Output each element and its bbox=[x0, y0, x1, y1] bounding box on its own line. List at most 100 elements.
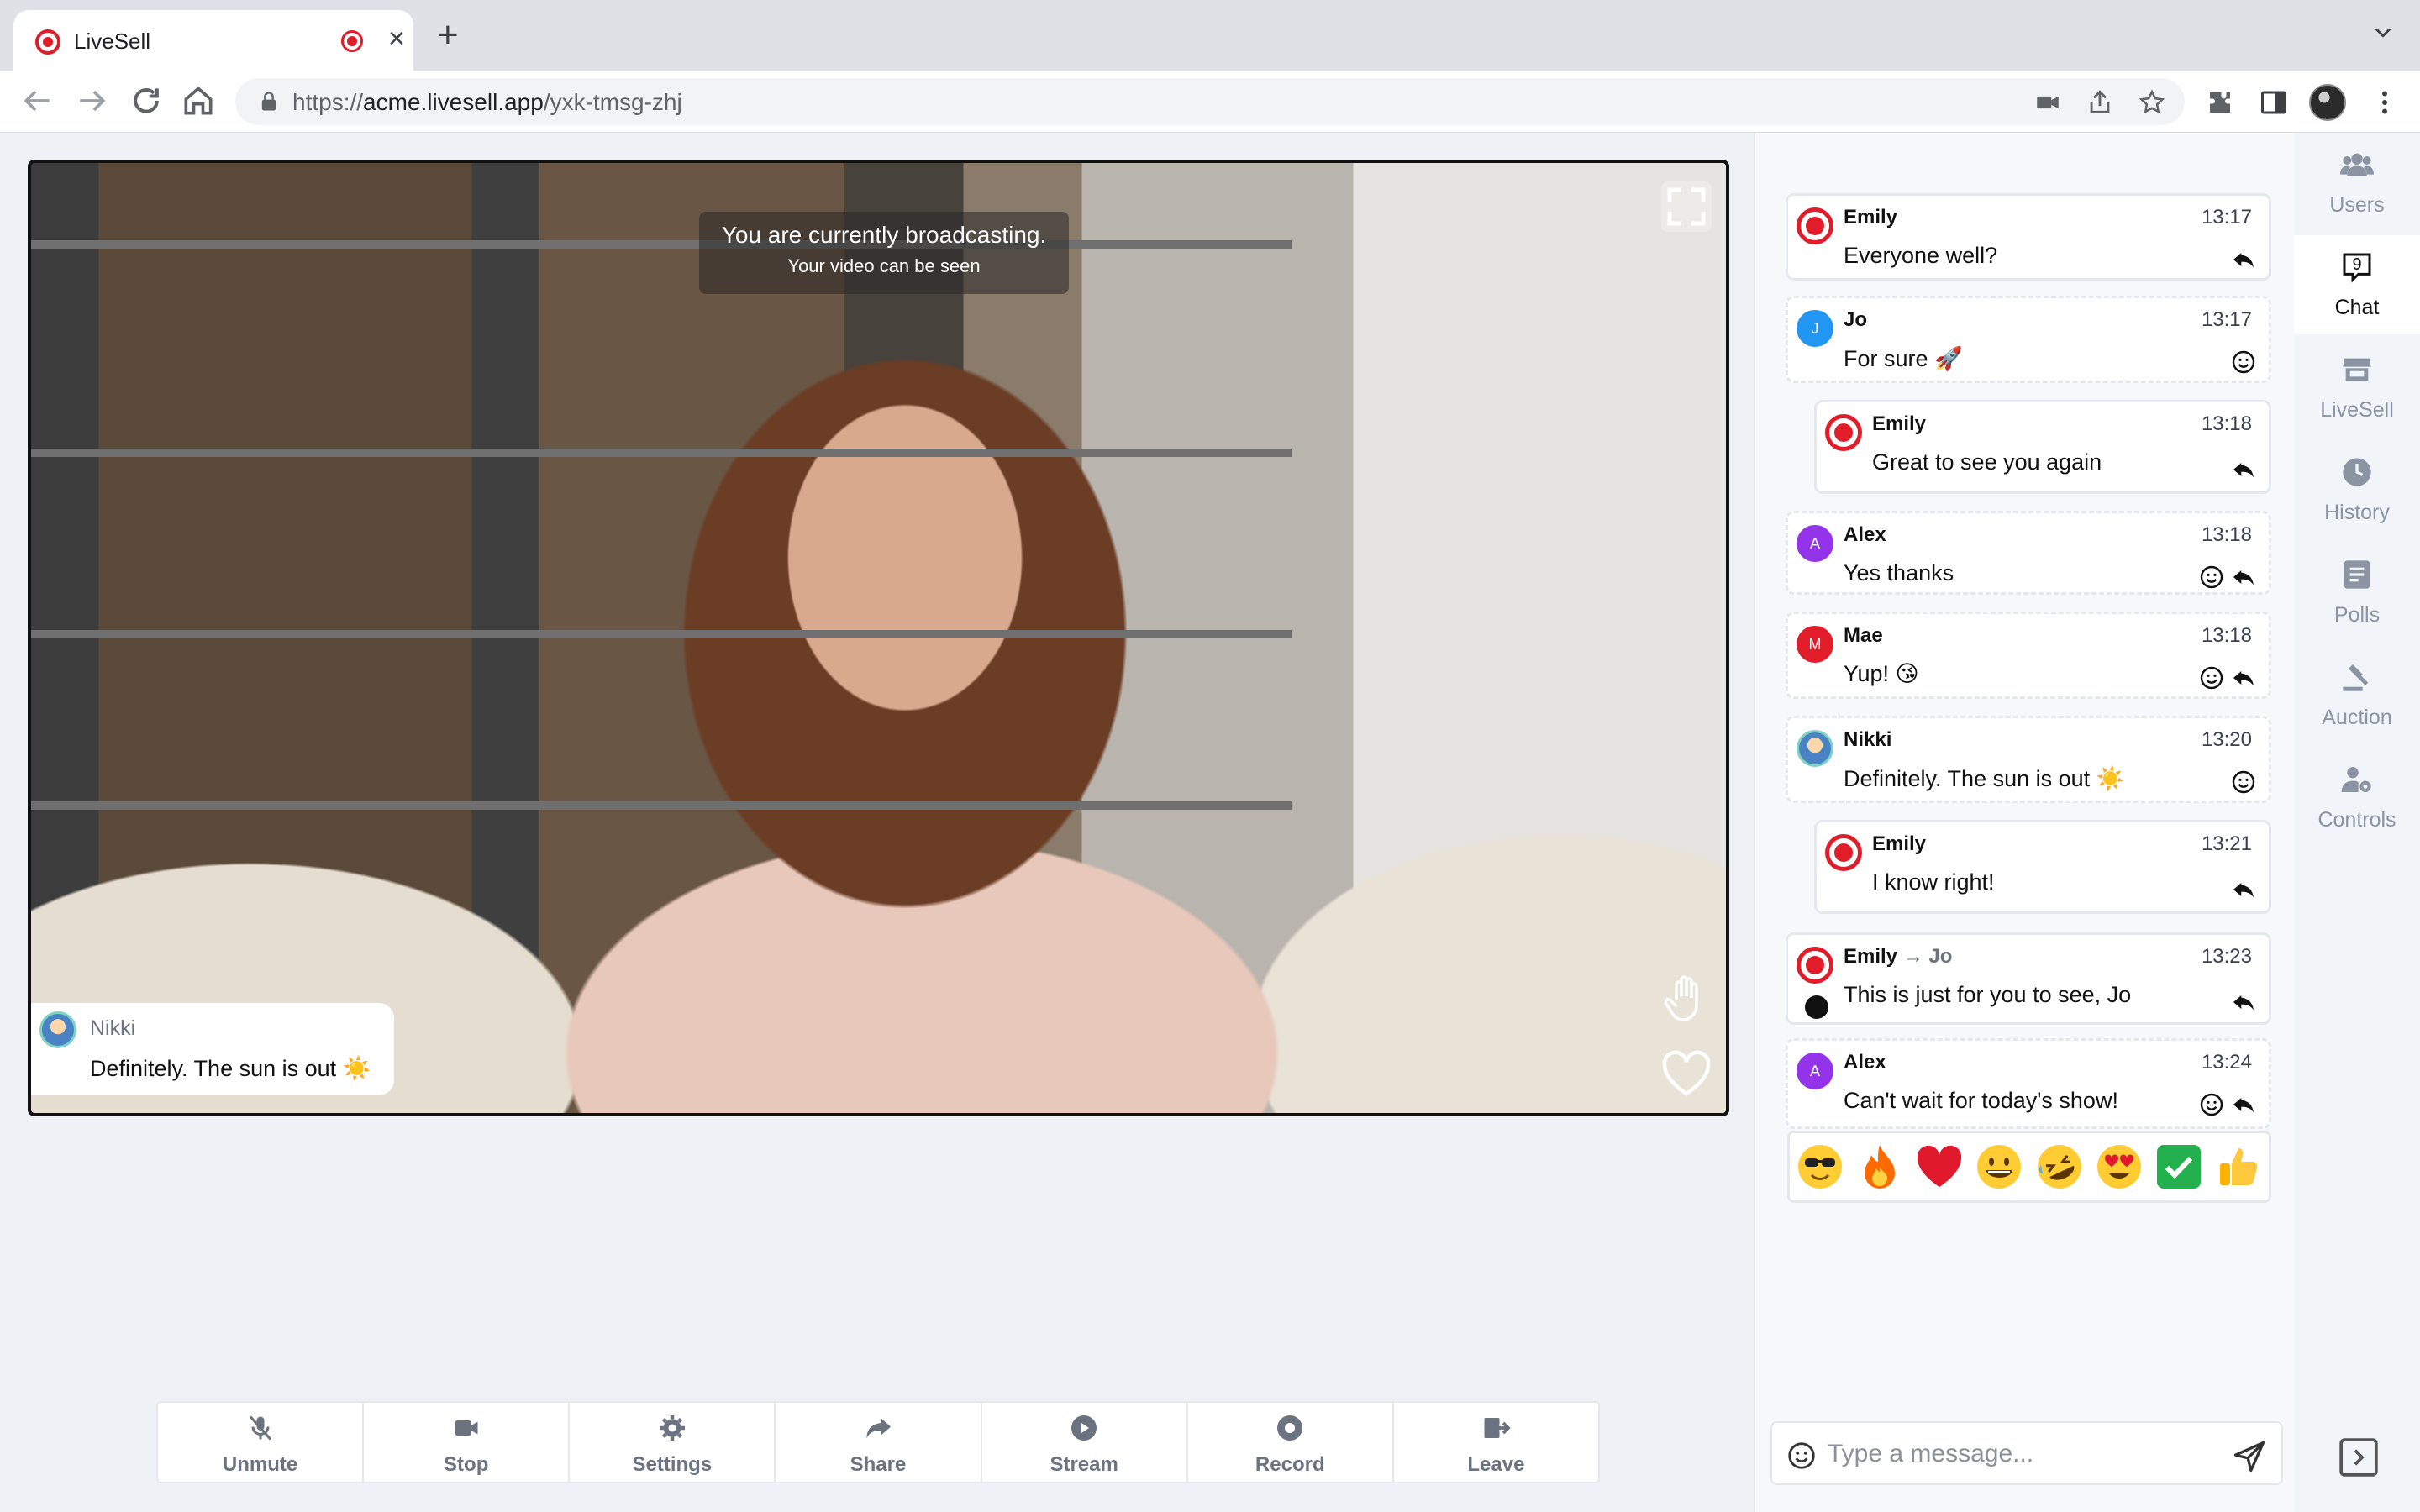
message-text: Yup! 😘 bbox=[1844, 661, 1919, 686]
avatar: A bbox=[1797, 525, 1833, 562]
message-input[interactable] bbox=[1828, 1435, 2197, 1473]
send-paper-plane-icon[interactable] bbox=[2231, 1438, 2268, 1475]
add-reaction-smiley-icon[interactable] bbox=[2230, 349, 2257, 375]
exit-icon bbox=[1484, 1418, 1512, 1438]
broadcast-status-line2: Your video can be seen bbox=[787, 255, 981, 276]
stop-video-button[interactable]: Stop bbox=[364, 1403, 571, 1482]
pinned-message-text: Definitely. The sun is out ☀️ bbox=[90, 1056, 371, 1081]
camera-in-use-icon[interactable] bbox=[2033, 88, 2062, 117]
message-author: Emily bbox=[1872, 832, 1927, 855]
message-time: 13:20 bbox=[2201, 728, 2252, 751]
nav-item-chat[interactable]: 9 Chat bbox=[2294, 235, 2420, 334]
rofl-emoji-icon[interactable] bbox=[2034, 1142, 2085, 1192]
chat-panel: Emily 13:17 Everyone well? J Jo 13:17 Fo… bbox=[1754, 133, 2294, 1512]
grinning-emoji-icon[interactable] bbox=[1974, 1142, 2024, 1192]
reply-icon[interactable] bbox=[2230, 1091, 2257, 1118]
back-arrow-icon[interactable] bbox=[18, 82, 55, 119]
unmute-button[interactable]: Unmute bbox=[158, 1403, 365, 1482]
message-text: This is just for you to see, Jo bbox=[1844, 982, 2132, 1007]
nav-label-controls: Controls bbox=[2317, 808, 2396, 832]
close-tab-icon[interactable]: × bbox=[388, 22, 405, 55]
stream-button[interactable]: Stream bbox=[982, 1403, 1188, 1482]
record-icon bbox=[1277, 1415, 1303, 1441]
nav-item-livesell[interactable]: LiveSell bbox=[2294, 338, 2420, 437]
message-recipient: Jo bbox=[1928, 945, 1953, 968]
extensions-puzzle-icon[interactable] bbox=[2205, 87, 2235, 118]
reload-icon[interactable] bbox=[128, 82, 165, 119]
nav-label-auction: Auction bbox=[2322, 706, 2392, 729]
unmute-label: Unmute bbox=[222, 1453, 298, 1476]
reply-icon[interactable] bbox=[2230, 456, 2257, 483]
reply-icon[interactable] bbox=[2230, 876, 2257, 903]
message-text: I know right! bbox=[1872, 869, 1995, 895]
add-reaction-smiley-icon[interactable] bbox=[2198, 664, 2225, 691]
message-time: 13:18 bbox=[2201, 523, 2252, 546]
share-button[interactable]: Share bbox=[776, 1403, 982, 1482]
chat-message: A Alex 13:18 Yes thanks bbox=[1786, 511, 2271, 595]
check-mark-emoji-icon[interactable] bbox=[2154, 1142, 2204, 1192]
reply-icon[interactable] bbox=[2230, 246, 2257, 273]
browser-menu-kebab-icon[interactable] bbox=[2370, 87, 2400, 118]
avatar bbox=[39, 1011, 76, 1048]
reply-icon[interactable] bbox=[2230, 989, 2257, 1016]
fire-emoji-icon[interactable] bbox=[1854, 1142, 1905, 1192]
lock-icon[interactable] bbox=[257, 90, 281, 113]
private-lock-icon bbox=[1805, 995, 1828, 1019]
heart-emoji-icon[interactable] bbox=[1914, 1142, 1965, 1192]
message-text: Everyone well? bbox=[1844, 243, 1998, 268]
sunglasses-emoji-icon[interactable] bbox=[1795, 1142, 1845, 1192]
clock-icon bbox=[2343, 458, 2371, 486]
like-heart-icon[interactable] bbox=[1660, 1048, 1713, 1099]
fullscreen-icon[interactable] bbox=[1660, 180, 1713, 234]
store-icon bbox=[2343, 358, 2371, 381]
call-controls-bar: Unmute Stop Settings Share Stream Record… bbox=[156, 1401, 1600, 1483]
stage-area: You are currently broadcasting. Your vid… bbox=[0, 133, 1754, 1512]
tab-search-chevron-icon[interactable] bbox=[2371, 20, 2395, 44]
message-time: 13:23 bbox=[2201, 945, 2252, 968]
record-button[interactable]: Record bbox=[1188, 1403, 1394, 1482]
forward-arrow-icon[interactable] bbox=[74, 82, 111, 119]
message-time: 13:21 bbox=[2201, 832, 2252, 855]
side-panel-icon[interactable] bbox=[2259, 87, 2289, 118]
chat-message: J Jo 13:17 For sure 🚀 bbox=[1786, 296, 2271, 383]
profile-avatar[interactable] bbox=[2309, 84, 2346, 121]
collapse-panel-icon[interactable] bbox=[2338, 1436, 2380, 1478]
address-bar[interactable]: https://acme.livesell.app/yxk-tmsg-zhj bbox=[235, 78, 2185, 125]
share-label: Share bbox=[850, 1453, 907, 1476]
quick-reactions-bar bbox=[1787, 1131, 2271, 1203]
home-icon[interactable] bbox=[180, 82, 217, 119]
new-tab-button[interactable]: + bbox=[437, 17, 459, 54]
bookmark-star-icon[interactable] bbox=[2138, 88, 2166, 117]
message-author: Jo bbox=[1844, 308, 1868, 331]
add-reaction-smiley-icon[interactable] bbox=[2198, 1091, 2225, 1118]
share-page-icon[interactable] bbox=[2086, 88, 2114, 117]
reply-icon[interactable] bbox=[2230, 564, 2257, 591]
thumbs-up-emoji-icon[interactable] bbox=[2213, 1142, 2264, 1192]
nav-item-polls[interactable]: Polls bbox=[2294, 543, 2420, 642]
raise-hand-icon[interactable] bbox=[1660, 971, 1713, 1025]
nav-label-history: History bbox=[2324, 501, 2390, 524]
gear-icon bbox=[659, 1415, 685, 1441]
message-author: Nikki bbox=[1844, 728, 1892, 751]
add-reaction-smiley-icon[interactable] bbox=[2230, 769, 2257, 795]
message-author: Emily → Jo bbox=[1844, 945, 1953, 968]
tab-title: LiveSell bbox=[74, 29, 151, 54]
message-text: Definitely. The sun is out ☀️ bbox=[1844, 766, 2125, 791]
reply-icon[interactable] bbox=[2230, 664, 2257, 691]
browser-tab[interactable]: LiveSell × bbox=[13, 10, 413, 71]
nav-item-auction[interactable]: Auction bbox=[2294, 645, 2420, 744]
nav-item-controls[interactable]: Controls bbox=[2294, 748, 2420, 847]
settings-button[interactable]: Settings bbox=[570, 1403, 776, 1482]
add-reaction-smiley-icon[interactable] bbox=[2198, 564, 2225, 591]
livesell-avatar-icon bbox=[1797, 207, 1833, 244]
video-feed: You are currently broadcasting. Your vid… bbox=[28, 160, 1729, 1116]
nav-item-history[interactable]: History bbox=[2294, 440, 2420, 539]
emoji-picker-smiley-icon[interactable] bbox=[1786, 1440, 1818, 1472]
heart-eyes-emoji-icon[interactable] bbox=[2094, 1142, 2144, 1192]
stop-label: Stop bbox=[444, 1453, 489, 1476]
pinned-message: Nikki Definitely. The sun is out ☀️ bbox=[31, 1003, 394, 1095]
leave-button[interactable]: Leave bbox=[1394, 1403, 1598, 1482]
broadcast-status-line1: You are currently broadcasting. bbox=[721, 222, 1047, 248]
nav-item-users[interactable]: Users bbox=[2294, 133, 2420, 232]
chat-message: Nikki 13:20 Definitely. The sun is out ☀… bbox=[1786, 716, 2271, 803]
